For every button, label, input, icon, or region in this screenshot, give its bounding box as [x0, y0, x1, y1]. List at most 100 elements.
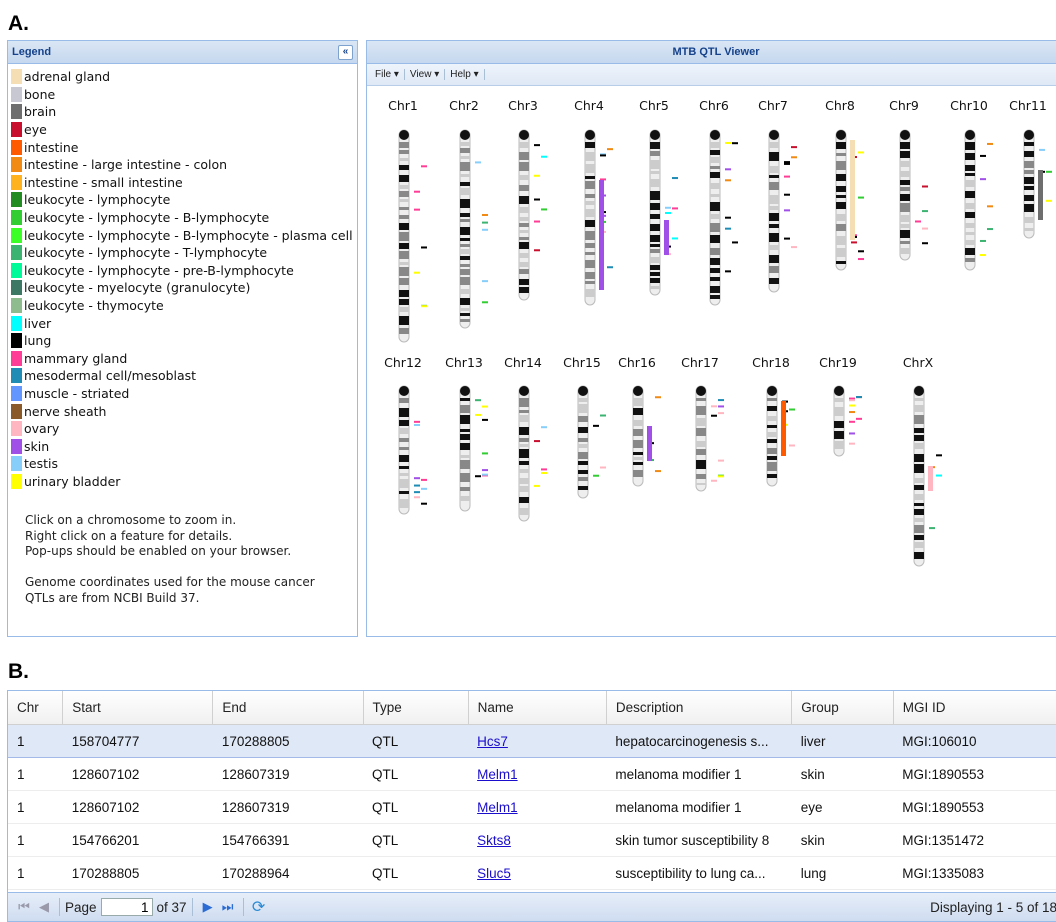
table-cell: 128607319	[212, 790, 364, 824]
prev-page-icon[interactable]: ◀	[34, 899, 54, 915]
legend-label: leukocyte - lymphocyte - pre-B-lymphocyt…	[24, 262, 294, 278]
chromosome-ideogram[interactable]	[393, 385, 443, 518]
toolbar-separator	[191, 898, 193, 916]
table-row[interactable]: 1 170288805 170288964 QTL Sluc5 susceptibilit…	[8, 856, 1056, 890]
legend-item: eye	[11, 121, 357, 139]
column-header[interactable]: Group	[791, 691, 894, 725]
chromosome-label[interactable]: ChrX	[903, 355, 933, 370]
legend-label: leukocyte - lymphocyte	[24, 192, 171, 208]
table-row[interactable]: 1 158704777 170288805 QTL Hcs7 hepatocarcinog…	[8, 724, 1056, 758]
gene-link[interactable]: Melm1	[477, 767, 518, 782]
chromosome-ideogram[interactable]	[627, 385, 677, 490]
table-cell: 1	[8, 724, 63, 758]
table-cell: QTL	[363, 823, 469, 857]
legend-item: brain	[11, 103, 357, 121]
table-row[interactable]: 1 128607102 128607319 QTL Melm1 melanoma modi…	[8, 757, 1056, 791]
table-row[interactable]: 1 154766201 154766391 QTL Skts8 skin tumor su…	[8, 823, 1056, 857]
legend-item: lung	[11, 332, 357, 350]
chromosome-ideogram[interactable]	[894, 129, 944, 264]
table-cell: 128607102	[62, 757, 213, 791]
chromosome-label[interactable]: Chr7	[758, 98, 788, 113]
table-cell: melanoma modifier 1	[606, 757, 792, 791]
legend-swatch	[11, 262, 22, 278]
chromosome-ideogram[interactable]	[393, 129, 443, 346]
chromosome-label[interactable]: Chr18	[752, 355, 790, 370]
chromosome-ideogram[interactable]	[454, 129, 504, 332]
legend-label: urinary bladder	[24, 473, 121, 489]
column-header[interactable]: Start	[62, 691, 214, 725]
chromosome-label[interactable]: Chr4	[574, 98, 604, 113]
chromosome-ideogram[interactable]	[644, 129, 694, 299]
chromosome-label[interactable]: Chr13	[445, 355, 483, 370]
menu-view[interactable]: View ▾	[405, 69, 446, 80]
legend-note	[25, 560, 315, 576]
chromosome-ideogram[interactable]	[579, 129, 629, 309]
toolbar-separator	[59, 898, 60, 916]
chromosome-label[interactable]: Chr6	[699, 98, 729, 113]
menu-file[interactable]: File ▾	[370, 69, 405, 80]
chromosome-label[interactable]: Chr15	[563, 355, 601, 370]
column-header[interactable]: Name	[468, 691, 607, 725]
chromosome-label[interactable]: Chr3	[508, 98, 538, 113]
first-page-icon[interactable]: ⏮	[14, 899, 34, 915]
chromosome-label[interactable]: Chr16	[618, 355, 656, 370]
chromosome-label[interactable]: Chr1	[388, 98, 418, 113]
chromosome-label[interactable]: Chr17	[681, 355, 719, 370]
table-cell: MGI:1890553	[893, 790, 1056, 824]
table-cell: skin tumor susceptibility 8	[606, 823, 792, 857]
legend-label: testis	[24, 456, 58, 472]
column-header[interactable]: MGI ID	[893, 691, 1056, 725]
chromosome-ideogram[interactable]	[908, 385, 958, 570]
paging-toolbar: ⏮ ◀ Page of 37 ▶ ⏭ ⟳ Displaying 1 - 5 of…	[8, 892, 1056, 921]
gene-link[interactable]: Skts8	[477, 833, 511, 848]
legend-label: leukocyte - lymphocyte - B-lymphocyte - …	[24, 227, 353, 243]
chromosome-label[interactable]: Chr8	[825, 98, 855, 113]
table-cell: melanoma modifier 1	[606, 790, 792, 824]
legend-item: leukocyte - lymphocyte - T-lymphocyte	[11, 244, 357, 262]
legend-swatch	[11, 421, 22, 437]
chromosome-label[interactable]: Chr19	[819, 355, 857, 370]
last-page-icon[interactable]: ⏭	[218, 899, 238, 915]
next-page-icon[interactable]: ▶	[198, 899, 218, 915]
table-cell: 154766201	[62, 823, 213, 857]
chromosome-ideogram[interactable]	[1018, 129, 1056, 242]
refresh-icon[interactable]: ⟳	[249, 897, 269, 917]
chromosome-ideogram[interactable]	[690, 385, 740, 495]
collapse-icon[interactable]: «	[338, 45, 353, 60]
chromosome-label[interactable]: Chr12	[384, 355, 422, 370]
table-cell: Hcs7	[468, 724, 607, 758]
chromosome-ideogram[interactable]	[959, 129, 1009, 274]
chromosome-label[interactable]: Chr5	[639, 98, 669, 113]
menu-help[interactable]: Help ▾	[445, 69, 485, 80]
chromosome-label[interactable]: Chr2	[449, 98, 479, 113]
chromosome-ideogram[interactable]	[513, 129, 563, 304]
chromosome-ideogram[interactable]	[704, 129, 754, 309]
table-cell: 1	[8, 790, 63, 824]
gene-link[interactable]: Hcs7	[477, 734, 508, 749]
table-cell: QTL	[363, 724, 469, 758]
legend-item: ovary	[11, 420, 357, 438]
legend-label: leukocyte - myelocyte (granulocyte)	[24, 280, 251, 296]
table-cell: Skts8	[468, 823, 607, 857]
column-header[interactable]: Chr	[8, 691, 64, 725]
page-number-input[interactable]	[100, 898, 153, 916]
gene-link[interactable]: Melm1	[477, 800, 518, 815]
chromosome-ideogram[interactable]	[513, 385, 563, 525]
chromosome-label[interactable]: Chr11	[1009, 98, 1047, 113]
chromosome-ideogram[interactable]	[454, 385, 504, 515]
chromosome-label[interactable]: Chr14	[504, 355, 542, 370]
chromosome-ideogram[interactable]	[761, 385, 811, 490]
legend-panel: Legend « adrenal gland bone brain eye intest…	[7, 40, 358, 637]
chromosome-ideogram[interactable]	[572, 385, 622, 502]
chromosome-label[interactable]: Chr10	[950, 98, 988, 113]
column-header[interactable]: End	[212, 691, 364, 725]
gene-link[interactable]: Sluc5	[477, 866, 511, 881]
column-header[interactable]: Type	[363, 691, 469, 725]
table-row[interactable]: 1 128607102 128607319 QTL Melm1 melanoma modi…	[8, 790, 1056, 824]
column-header[interactable]: Description	[606, 691, 793, 725]
chromosome-ideogram[interactable]	[830, 129, 880, 274]
chromosome-label[interactable]: Chr9	[889, 98, 919, 113]
table-cell: MGI:106010	[893, 724, 1056, 758]
chromosome-ideogram[interactable]	[828, 385, 878, 460]
chromosome-ideogram[interactable]	[763, 129, 813, 296]
